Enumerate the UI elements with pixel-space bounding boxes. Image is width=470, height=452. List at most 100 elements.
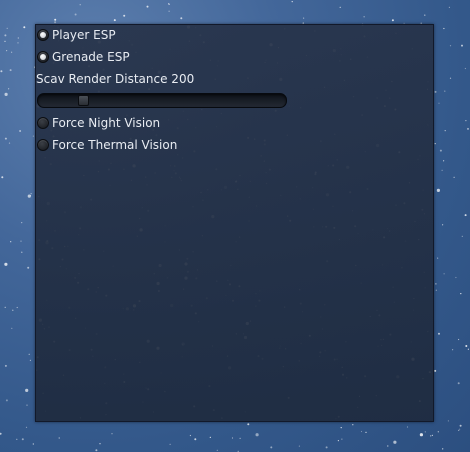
grenade-esp-toggle[interactable]: Grenade ESP: [37, 48, 130, 66]
snowflake: [54, 18, 57, 21]
snowflake: [291, 1, 293, 3]
snowflake: [337, 440, 339, 442]
player-esp-label: Player ESP: [52, 28, 116, 42]
snowflake: [26, 404, 28, 406]
player-esp-toggle[interactable]: Player ESP: [37, 26, 116, 44]
snowflake: [461, 235, 463, 237]
snowflake: [452, 349, 454, 351]
snowflake: [168, 3, 170, 5]
snowflake: [465, 120, 467, 122]
snowflake: [8, 88, 10, 90]
snowflake: [449, 77, 452, 79]
force-thermal-vision-label: Force Thermal Vision: [52, 138, 178, 152]
grenade-esp-radio[interactable]: [37, 51, 49, 63]
snowflake: [180, 17, 183, 20]
snowflake: [436, 188, 440, 192]
snowflake: [113, 19, 116, 22]
snowflake: [438, 332, 440, 335]
snowflake: [209, 436, 211, 438]
snowflake: [464, 67, 466, 70]
snowflake: [95, 449, 98, 452]
snowflake: [146, 5, 149, 8]
snowflake: [458, 338, 460, 341]
snowflake: [25, 388, 29, 392]
snowflake: [363, 16, 365, 18]
snowflake: [17, 37, 19, 39]
grenade-esp-label: Grenade ESP: [52, 50, 130, 64]
snowflake: [168, 3, 170, 5]
snowflake: [79, 4, 81, 6]
snowflake: [455, 276, 457, 279]
snowflake: [27, 194, 31, 198]
snowflake: [169, 443, 171, 445]
force-thermal-vision-radio[interactable]: [37, 139, 49, 151]
snowflake: [457, 382, 460, 385]
cheat-menu-window: Player ESP Grenade ESP Scav Render Dista…: [35, 24, 434, 422]
snowflake: [467, 127, 469, 130]
snowflake: [54, 21, 57, 24]
snowflake: [32, 443, 34, 445]
snowflake: [419, 433, 423, 437]
snowflake: [17, 42, 19, 44]
snowflake: [30, 193, 32, 195]
snowflake: [341, 438, 343, 440]
snowflake: [194, 438, 197, 441]
snowflake: [216, 449, 218, 451]
snowflake: [4, 92, 8, 96]
snowflake: [168, 10, 170, 12]
snowflake: [325, 446, 328, 449]
snowflake: [424, 431, 426, 433]
snowflake: [27, 266, 30, 269]
snowflake: [303, 17, 305, 19]
snowflake: [0, 70, 3, 73]
snowflake: [435, 289, 437, 291]
snowflake: [270, 446, 273, 449]
snowflake: [430, 435, 432, 437]
snowflake: [443, 273, 445, 275]
snowflake: [339, 6, 341, 8]
snowflake: [10, 241, 12, 243]
force-night-vision-toggle[interactable]: Force Night Vision: [37, 114, 160, 132]
snowflake: [459, 424, 462, 427]
snowflake: [434, 369, 437, 372]
snowflake: [23, 26, 26, 29]
snowflake: [458, 429, 460, 431]
snowflake: [4, 306, 6, 308]
snowflake: [1, 176, 4, 179]
scav-render-distance-slider[interactable]: [37, 93, 287, 108]
snowflake: [352, 424, 354, 426]
snowflake: [460, 293, 462, 295]
snowflake: [9, 69, 12, 72]
snowflake: [439, 149, 442, 152]
snowflake: [442, 224, 444, 226]
snowflake: [189, 434, 191, 437]
snowflake: [437, 257, 439, 259]
snowflake: [11, 327, 13, 329]
snowflake: [442, 448, 444, 450]
snowflake: [453, 176, 455, 178]
snowflake: [447, 420, 449, 422]
slider-thumb[interactable]: [77, 95, 89, 106]
snowflake: [434, 143, 436, 145]
snowflake: [4, 40, 6, 42]
snowflake: [21, 222, 23, 224]
snowflake: [444, 90, 446, 92]
snowflake: [465, 345, 468, 347]
snowflake: [16, 306, 18, 309]
snowflake: [437, 431, 439, 433]
snowflake: [340, 427, 342, 429]
snowflake: [387, 445, 389, 447]
snowflake: [21, 251, 23, 253]
snowflake: [459, 428, 461, 430]
snowflake: [435, 283, 437, 285]
snowflake: [29, 359, 31, 361]
player-esp-radio[interactable]: [37, 29, 49, 41]
snowflake: [255, 433, 259, 437]
snowflake: [20, 240, 22, 242]
snowflake: [393, 440, 397, 444]
snowflake: [8, 142, 11, 144]
force-thermal-vision-toggle[interactable]: Force Thermal Vision: [37, 136, 177, 154]
snowflake: [365, 431, 367, 433]
snowflake: [0, 432, 2, 435]
force-night-vision-radio[interactable]: [37, 117, 49, 129]
